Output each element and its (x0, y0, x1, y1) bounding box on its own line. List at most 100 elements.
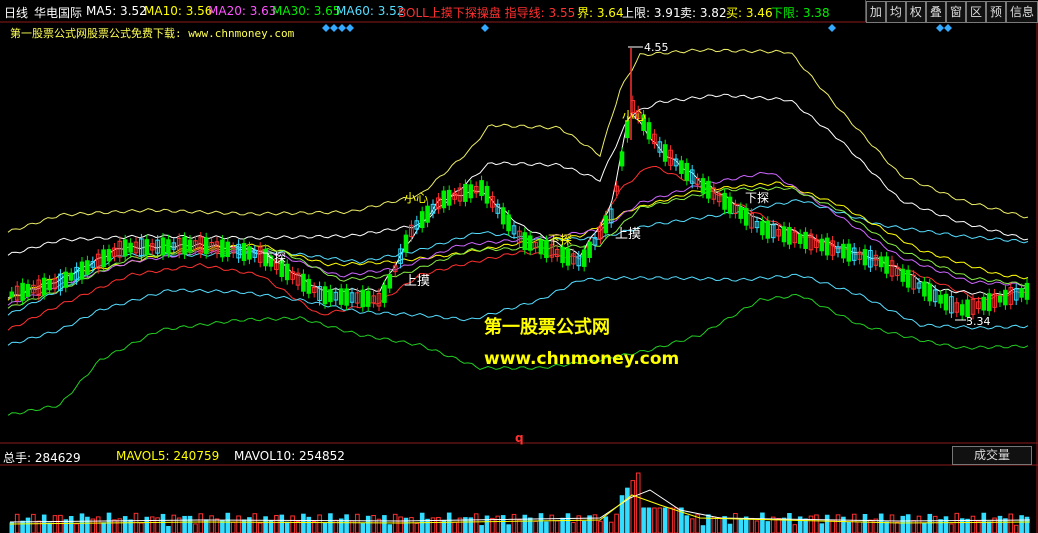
candle-body (1024, 282, 1030, 300)
boll-upper-yellow-line (7, 48, 1029, 233)
volume-bar (938, 519, 943, 533)
volume-bar (306, 516, 312, 533)
candle-body (565, 248, 571, 266)
candle-body (144, 239, 150, 255)
window-button[interactable]: 窗 (945, 1, 966, 23)
ma5-value: MA5: 3.52 (86, 4, 147, 18)
candle-body (922, 281, 927, 297)
volume-bar (889, 514, 895, 533)
volume-bar (9, 522, 15, 533)
candle-body (587, 241, 592, 259)
volume-bar (317, 514, 322, 533)
overlay-button[interactable]: 叠 (925, 1, 946, 23)
candle-body (819, 238, 825, 252)
candle-body (79, 261, 85, 280)
volume-bar (986, 521, 992, 533)
signal-diamond (944, 24, 952, 32)
info-button[interactable]: 信息 (1005, 1, 1038, 23)
candle-body (446, 189, 452, 206)
candle-body (662, 144, 668, 162)
volume-bar (970, 515, 976, 533)
volume-bar (927, 513, 933, 533)
volume-bar (954, 512, 960, 533)
mavol10-value: MAVOL10: 254852 (234, 449, 345, 463)
candle-body (824, 237, 830, 256)
volume-bar (36, 520, 42, 533)
candle-body (803, 231, 808, 249)
candle-body (365, 290, 371, 307)
volume-bar (544, 521, 549, 533)
volume-bar (101, 522, 106, 533)
volume-bar (711, 516, 717, 533)
candlesticks (9, 48, 1030, 322)
ma60-value: MA60: 3.52 (336, 4, 405, 18)
candle-body (760, 221, 765, 236)
volume-bar (263, 516, 268, 533)
ma10-value: MA10: 3.56 (144, 4, 213, 18)
volume-bar (360, 523, 366, 533)
volume-bar (52, 515, 58, 533)
candle-body (905, 269, 911, 288)
volume-bar (371, 514, 376, 533)
candle-body (884, 256, 889, 274)
volume-bar (301, 513, 306, 533)
period-label[interactable]: 日线 (4, 4, 28, 21)
candle-body (927, 283, 933, 302)
volume-bar (641, 507, 646, 533)
volume-bar (592, 514, 598, 533)
volume-bar (581, 520, 587, 533)
volume-bar (668, 507, 673, 533)
volume-bar (598, 520, 603, 533)
range-button[interactable]: 区 (965, 1, 986, 23)
volume-bar (608, 521, 614, 533)
volume-bar (479, 525, 484, 533)
candle-body (468, 184, 474, 199)
low-price-label: 3.34 (966, 315, 991, 328)
candle-body (522, 232, 528, 251)
candle-body (506, 214, 511, 232)
volume-bar (943, 516, 949, 533)
candle-body (538, 239, 544, 255)
volume-bar (706, 514, 711, 533)
caution-label-2: 小心 (622, 109, 646, 123)
candle-body (322, 286, 328, 305)
candle-body (722, 192, 727, 210)
candle-body (527, 235, 533, 251)
average-button[interactable]: 均 (885, 1, 906, 23)
volume-bar (58, 514, 63, 533)
volume-bar (484, 515, 490, 533)
candle-body (128, 242, 133, 253)
volume-bar (511, 513, 517, 533)
candle-body (220, 239, 225, 258)
volume-bar (182, 515, 187, 533)
volume-bar (85, 516, 90, 533)
formula-site-subtitle: 第一股票公式网股票公式免费下载: www.chnmoney.com (10, 27, 295, 40)
volume-bar (873, 518, 879, 533)
volume-bar (965, 518, 970, 533)
candle-body (878, 256, 884, 268)
forecast-button[interactable]: 预 (985, 1, 1006, 23)
volume-tab[interactable]: 成交量 (952, 446, 1032, 465)
candle-body (344, 288, 349, 306)
candle-body (846, 243, 852, 262)
volume-bar (257, 522, 263, 533)
candle-body (706, 180, 711, 199)
volume-bar (112, 519, 117, 533)
volume-bar (533, 520, 538, 533)
candle-body (9, 291, 15, 298)
volume-bar (727, 523, 733, 533)
rights-button[interactable]: 权 (905, 1, 926, 23)
signal-diamond (338, 24, 346, 32)
candle-body (203, 237, 209, 255)
candle-body (484, 185, 490, 204)
watermark-url: www.chnmoney.com (484, 349, 679, 369)
volume-bar (1019, 515, 1024, 533)
volume-bar (1008, 513, 1014, 533)
volume-bar (139, 522, 144, 533)
candle-body (187, 239, 193, 252)
volume-bar (279, 514, 285, 533)
volume-bar (684, 515, 690, 533)
volume-bar (949, 523, 954, 533)
volume-bar (47, 522, 52, 533)
add-button[interactable]: 加 (865, 1, 886, 23)
